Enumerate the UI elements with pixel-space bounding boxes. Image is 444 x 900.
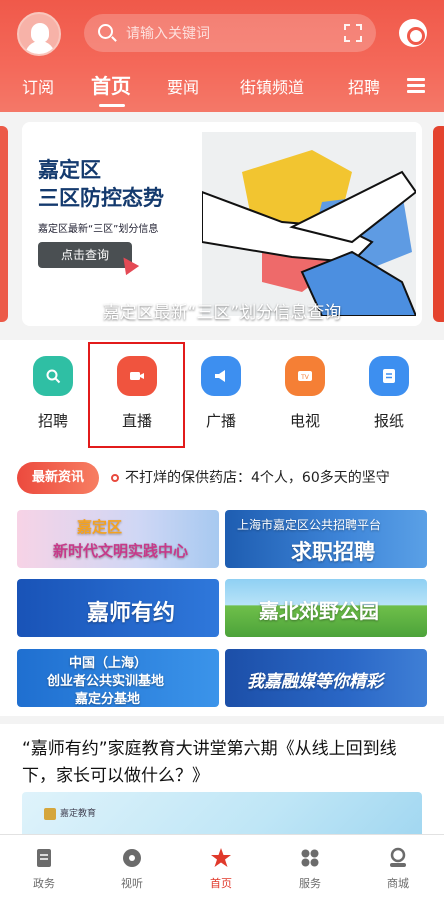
message-icon[interactable]: [399, 19, 427, 47]
nav-label: 视听: [121, 877, 143, 890]
quick-item-tv[interactable]: TV 电视: [269, 356, 341, 446]
search-bar[interactable]: 请输入关键词: [84, 14, 376, 52]
district-map-illustration: [202, 132, 416, 316]
tile-jiashi-youyue[interactable]: 嘉师有约: [17, 579, 219, 637]
menu-icon[interactable]: [407, 78, 425, 94]
tab-town-channel[interactable]: 街镇频道: [240, 74, 304, 98]
banner-title-line2: 三区防控态势: [38, 186, 164, 210]
banner-caption: 嘉定区最新“三区”划分信息查询: [102, 303, 342, 323]
selection-highlight-box: [88, 342, 185, 448]
tile-title: 我嘉融媒等你精彩: [247, 672, 383, 692]
quick-access-row: 招聘 直播 广播 TV 电视 报纸: [0, 340, 444, 458]
tile-extra-line: 嘉定分基地: [75, 692, 141, 707]
banner-next-peek[interactable]: [433, 126, 444, 322]
tab-recruit[interactable]: 招聘: [348, 74, 380, 98]
tile-title: 嘉定区: [77, 518, 123, 536]
avatar[interactable]: [17, 12, 61, 56]
search-person-icon: [33, 356, 73, 396]
megaphone-icon: [201, 356, 241, 396]
banner-slide[interactable]: 嘉定区 三区防控态势 嘉定区最新“三区”划分信息 点击查询 嘉定区最新“三区”划…: [22, 122, 422, 326]
nav-label: 政务: [33, 877, 55, 890]
tile-job-recruitment[interactable]: 上海市嘉定区公共招聘平台 求职招聘: [225, 510, 427, 568]
newspaper-icon: [369, 356, 409, 396]
tile-jiabei-park[interactable]: 嘉北郊野公园: [225, 579, 427, 637]
tv-icon: TV: [285, 356, 325, 396]
quick-item-radio[interactable]: 广播: [185, 356, 257, 446]
banner-prev-peek[interactable]: [0, 126, 8, 322]
tile-title: 嘉师有约: [87, 601, 176, 626]
feature-tiles: 嘉定区 新时代文明实践中心 上海市嘉定区公共招聘平台 求职招聘 嘉师有约 嘉北郊…: [0, 504, 444, 716]
nav-item-mall[interactable]: 商城: [368, 843, 428, 893]
tab-subscribe[interactable]: 订阅: [22, 74, 54, 98]
banner-carousel: 嘉定区 三区防控态势 嘉定区最新“三区”划分信息 点击查询 嘉定区最新“三区”划…: [0, 112, 444, 338]
quick-item-label: 电视: [289, 412, 320, 430]
top-header: 请输入关键词 订阅 首页 要闻 街镇频道 招聘: [0, 0, 444, 112]
quick-item-recruit[interactable]: 招聘: [17, 356, 89, 446]
quick-item-label: 报纸: [373, 412, 404, 430]
tile-rongmei[interactable]: 我嘉融媒等你精彩: [225, 649, 427, 707]
nav-label: 首页: [210, 877, 232, 890]
channel-tabs: 订阅 首页 要闻 街镇频道 招聘: [0, 68, 444, 108]
tile-subtitle: 上海市嘉定区公共招聘平台: [237, 518, 382, 532]
avatar-body-shape: [25, 41, 55, 54]
home-logo-icon: [211, 848, 231, 867]
banner-title-line1: 嘉定区: [38, 158, 101, 182]
bottom-navigation: 政务 视听 首页 服务 商城: [0, 834, 444, 900]
education-logo: 嘉定教育: [44, 806, 96, 820]
disc-icon: [123, 849, 141, 867]
search-placeholder: 请输入关键词: [126, 26, 210, 42]
document-icon: [37, 849, 51, 867]
nav-label: 商城: [387, 877, 409, 890]
tile-title: 中国（上海）: [69, 656, 148, 671]
nav-label: 服务: [299, 877, 321, 890]
tab-home[interactable]: 首页: [91, 70, 131, 99]
banner-subtitle: 嘉定区最新“三区”划分信息: [38, 224, 159, 235]
article-title[interactable]: “嘉师有约”家庭教育大讲堂第六期《从线上回到线下，家长可以做什么？》: [22, 736, 424, 790]
tile-title: 嘉北郊野公园: [259, 599, 379, 623]
nav-item-audiovisual[interactable]: 视听: [102, 843, 162, 893]
scan-icon[interactable]: [344, 24, 362, 42]
active-tab-indicator: [99, 104, 125, 107]
quick-item-label: 招聘: [37, 412, 68, 430]
tile-subtitle: 新时代文明实践中心: [53, 542, 189, 560]
tab-headlines[interactable]: 要闻: [167, 74, 199, 98]
quick-item-newspaper[interactable]: 报纸: [353, 356, 425, 446]
ticker-headline[interactable]: 不打烊的保供药店：4个人，60多天的坚守: [125, 467, 390, 487]
tile-entrepreneur-base[interactable]: 中国（上海） 创业者公共实训基地 嘉定分基地: [17, 649, 219, 707]
quick-item-label: 广播: [205, 412, 236, 430]
nav-item-home[interactable]: 首页: [191, 843, 251, 893]
svg-text:TV: TV: [300, 374, 310, 381]
nav-item-services[interactable]: 服务: [280, 843, 340, 893]
tile-civilization-center[interactable]: 嘉定区 新时代文明实践中心: [17, 510, 219, 568]
search-icon: [98, 24, 113, 39]
latest-news-badge: 最新资讯: [17, 462, 99, 494]
grid-icon: [301, 849, 319, 867]
avatar-head-shape: [31, 23, 49, 43]
user-circle-icon: [390, 847, 406, 867]
tile-subtitle: 创业者公共实训基地: [47, 674, 165, 689]
tile-title: 求职招聘: [291, 540, 375, 564]
nav-item-government[interactable]: 政务: [14, 843, 74, 893]
news-ticker[interactable]: 最新资讯 不打烊的保供药店：4个人，60多天的坚守: [0, 458, 444, 504]
bullet-dot-icon: [111, 474, 119, 482]
